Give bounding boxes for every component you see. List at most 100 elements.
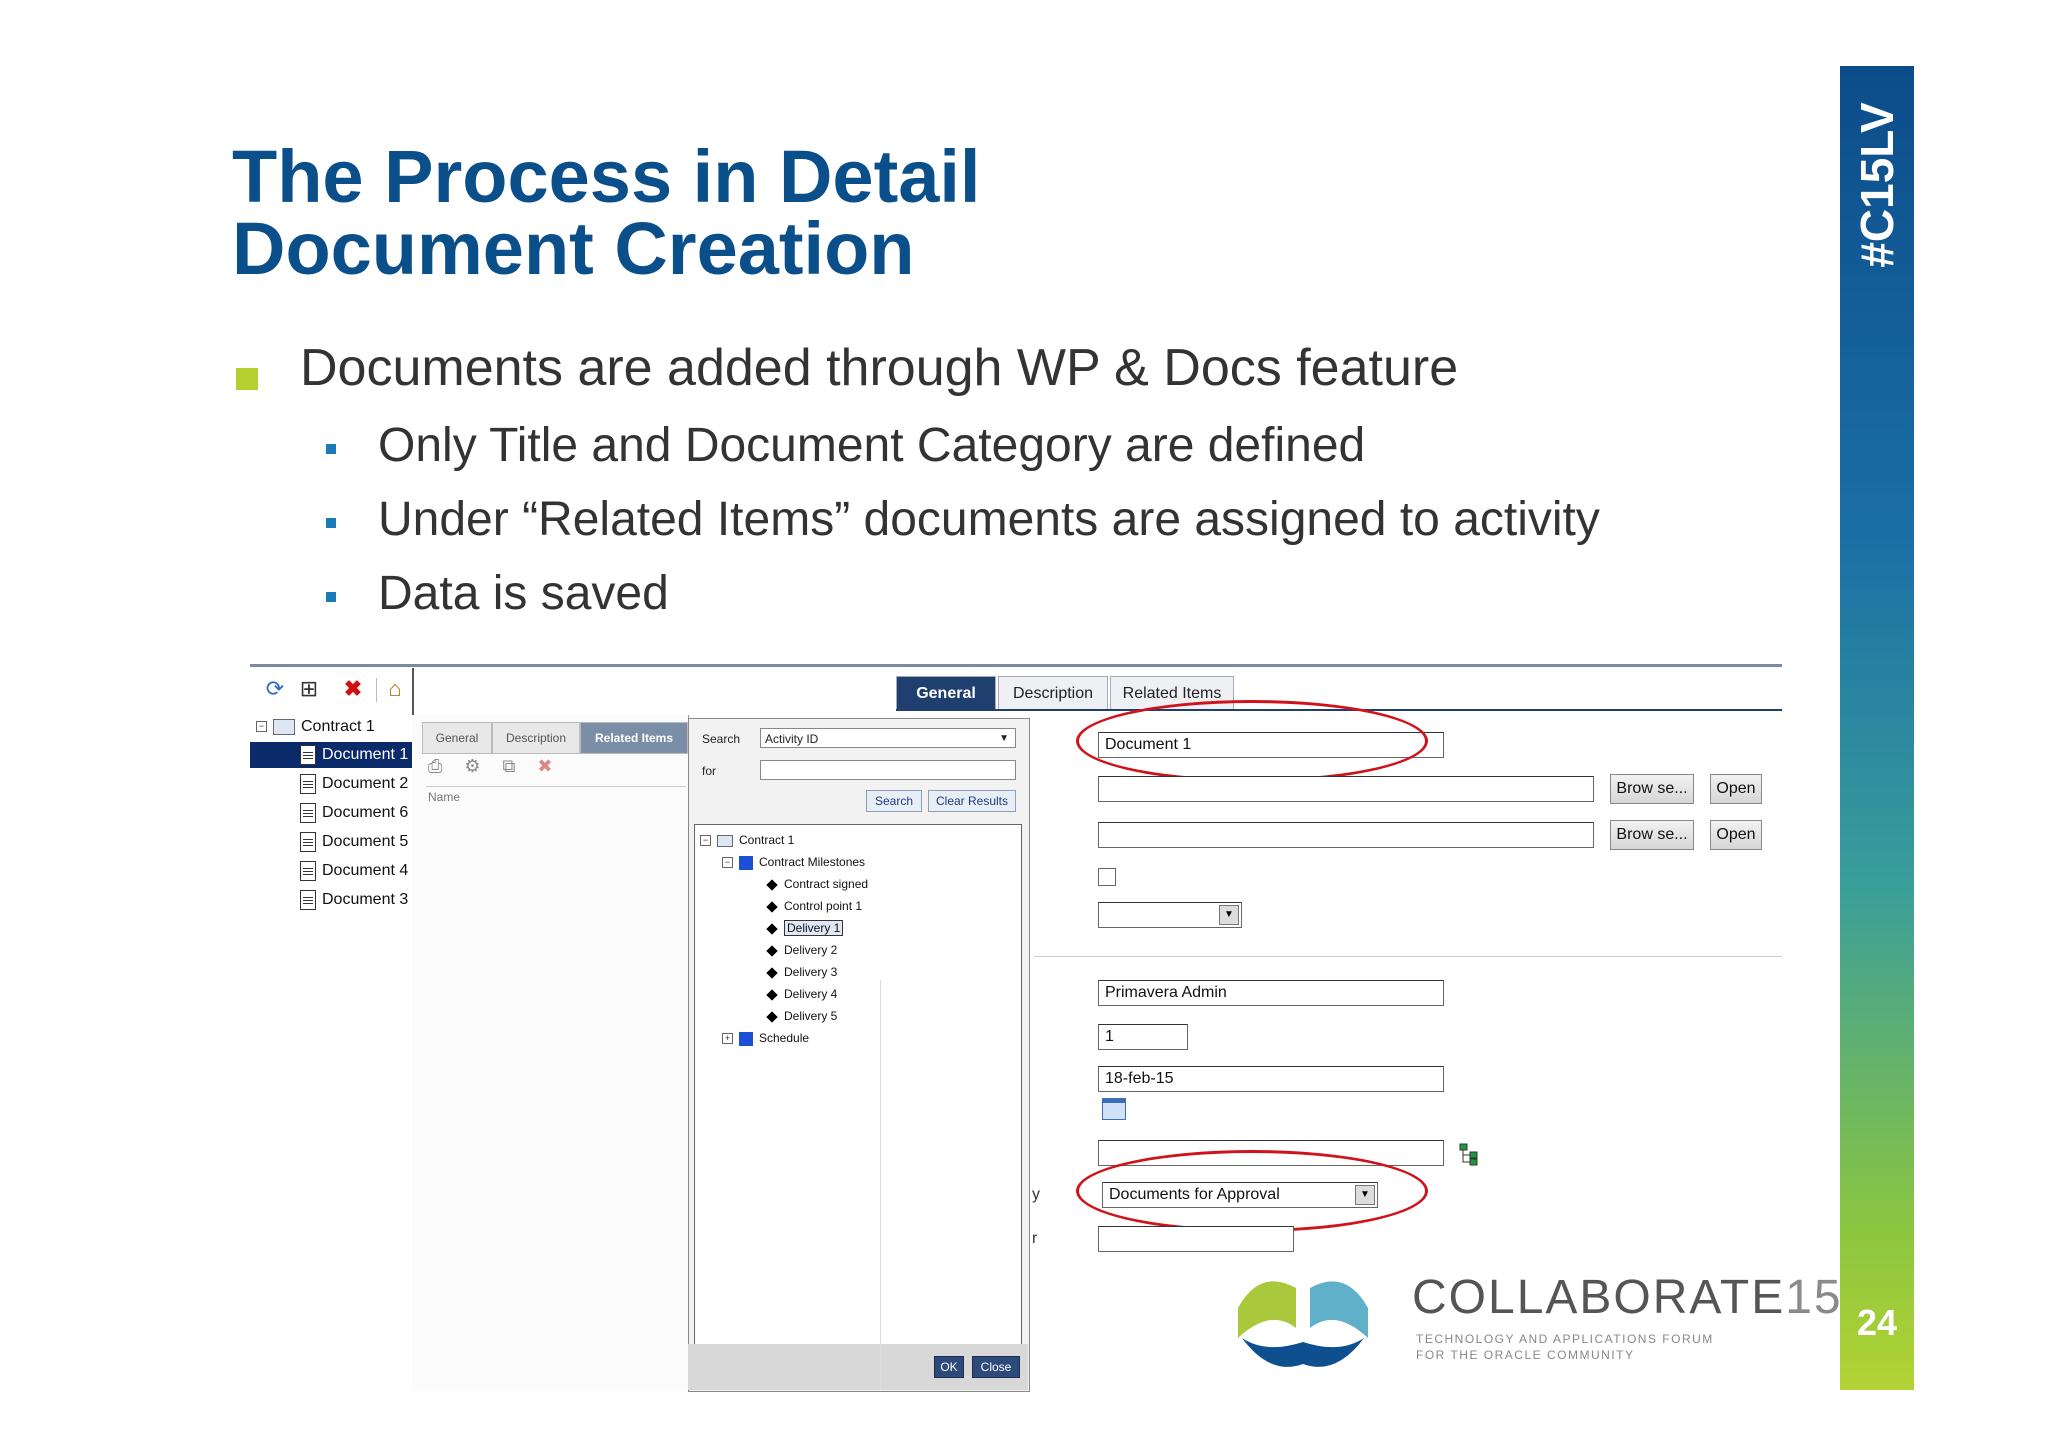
slide-title-line-2: Document Creation — [232, 207, 915, 290]
dlg-tree-schedule[interactable]: + Schedule — [722, 1028, 809, 1048]
form-left-edge — [880, 980, 881, 1390]
file-path-input-1[interactable] — [1098, 776, 1594, 802]
private-checkbox[interactable] — [1098, 868, 1116, 886]
schedule-label: Schedule — [759, 1031, 810, 1045]
activity-label: Delivery 2 — [784, 943, 838, 957]
left-toolbar: ⟳ ⊞ ✖ ⌂ — [250, 668, 412, 714]
tab-description[interactable]: Description — [998, 676, 1108, 710]
milestone-icon — [766, 923, 778, 935]
search-label: Search — [702, 732, 741, 746]
folder-icon — [273, 718, 295, 735]
hierarchy-icon[interactable] — [1458, 1142, 1480, 1166]
open-button-1[interactable]: Open — [1710, 774, 1762, 804]
partial-label-category: y — [1032, 1186, 1040, 1203]
tree-item-label: Document 6 — [322, 804, 409, 821]
copy-icon[interactable]: ⧉ — [503, 756, 516, 776]
tree-item-label: Document 5 — [322, 833, 409, 850]
status-select[interactable]: ▼ — [1098, 902, 1242, 928]
search-field-select[interactable]: Activity ID ▼ — [760, 728, 1016, 748]
dlg-tree-root[interactable]: − Contract 1 — [700, 830, 794, 850]
milestone-icon — [766, 1011, 778, 1023]
bullet-main-text: Documents are added through WP & Docs fe… — [300, 339, 1459, 397]
slide-title-line-1: The Process in Detail — [232, 135, 981, 218]
assign-icon[interactable]: ⚙ — [464, 756, 480, 776]
add-document-icon[interactable]: ⊞ — [296, 676, 322, 702]
dlg-tree-activity[interactable]: Delivery 2 — [766, 940, 838, 960]
date-input[interactable]: 18-feb-15 — [1098, 1066, 1444, 1092]
ok-button[interactable]: OK — [934, 1356, 964, 1378]
mid-tab-general[interactable]: General — [422, 722, 492, 754]
search-field-value: Activity ID — [765, 732, 819, 746]
bullet-square — [236, 368, 258, 390]
sub-bullet-3: Data is saved — [378, 567, 669, 620]
logo-tagline-1: TECHNOLOGY AND APPLICATIONS FORUM — [1416, 1332, 1714, 1346]
tree-root-label: Contract 1 — [301, 718, 375, 735]
dlg-tree-activity[interactable]: Control point 1 — [766, 896, 862, 916]
tree-root-contract[interactable]: − Contract 1 — [256, 714, 375, 740]
milestones-label: Contract Milestones — [759, 855, 866, 869]
name-column-header: Name — [428, 790, 461, 804]
document-icon — [300, 831, 316, 852]
open-button-2[interactable]: Open — [1710, 820, 1762, 850]
folder-icon — [717, 834, 733, 847]
collapse-icon[interactable]: − — [700, 835, 711, 847]
print-icon[interactable]: ⎙ — [428, 756, 442, 776]
page-number: 24 — [1856, 1302, 1898, 1343]
document-icon — [300, 889, 316, 910]
revision-input[interactable]: 1 — [1098, 1024, 1188, 1050]
collapse-icon[interactable]: − — [722, 857, 733, 869]
delete-icon[interactable]: ✖ — [340, 676, 366, 702]
remove-icon[interactable]: ✖ — [537, 756, 552, 776]
extra-input[interactable] — [1098, 1226, 1294, 1252]
activity-label: Delivery 4 — [784, 987, 838, 1001]
author-input[interactable]: Primavera Admin — [1098, 980, 1444, 1006]
milestone-icon — [766, 879, 778, 891]
sub-bullet-marker — [326, 444, 336, 454]
milestone-icon — [766, 967, 778, 979]
expand-icon[interactable]: + — [722, 1033, 733, 1045]
tree-item-document[interactable]: Document 5 — [300, 829, 412, 855]
dlg-tree-activity[interactable]: Delivery 3 — [766, 962, 837, 982]
milestone-icon — [766, 901, 778, 913]
file-path-input-2[interactable] — [1098, 822, 1594, 848]
brand-number: 15 — [1785, 1271, 1843, 1324]
dlg-tree-root-label: Contract 1 — [739, 833, 795, 847]
dlg-tree-activity[interactable]: Delivery 4 — [766, 984, 838, 1004]
chevron-down-icon: ▼ — [1219, 905, 1239, 925]
clear-results-button[interactable]: Clear Results — [928, 790, 1016, 812]
highlight-oval-title — [1076, 700, 1428, 782]
tree-item-document[interactable]: Document 2 — [300, 771, 412, 797]
mid-toolbar-divider — [426, 786, 686, 787]
dlg-tree-milestones[interactable]: − Contract Milestones — [722, 852, 865, 872]
dlg-tree-activity-selected[interactable]: Delivery 1 — [766, 918, 844, 938]
tab-general[interactable]: General — [896, 676, 996, 710]
browse-button-2[interactable]: Brow se... — [1610, 820, 1694, 850]
for-input[interactable] — [760, 760, 1016, 780]
folder-home-icon[interactable]: ⌂ — [382, 676, 408, 702]
tree-item-document[interactable]: Document 3 — [300, 887, 412, 913]
mid-tab-related-items[interactable]: Related Items — [580, 722, 688, 754]
document-icon — [300, 802, 316, 823]
dlg-tree-activity[interactable]: Contract signed — [766, 874, 868, 894]
mid-tab-description[interactable]: Description — [492, 722, 580, 754]
hashtag-text: #C15LV — [1851, 102, 1903, 268]
brand-name: COLLABORATE — [1412, 1271, 1786, 1324]
tree-item-document[interactable]: Document 4 — [300, 858, 412, 884]
related-items-panel — [412, 715, 689, 1390]
close-button[interactable]: Close — [972, 1356, 1020, 1378]
activity-label: Delivery 1 — [784, 920, 844, 936]
browse-button-1[interactable]: Brow se... — [1610, 774, 1694, 804]
milestone-icon — [766, 945, 778, 957]
hashtag-label: #C15LV — [1846, 100, 1908, 270]
wbs-icon — [739, 855, 753, 870]
calendar-icon[interactable] — [1102, 1098, 1126, 1120]
highlight-oval-category — [1076, 1150, 1428, 1232]
collapse-icon[interactable]: − — [256, 721, 267, 733]
dlg-tree-activity[interactable]: Delivery 5 — [766, 1006, 837, 1026]
tree-item-document[interactable]: Document 6 — [300, 800, 412, 826]
refresh-icon[interactable]: ⟳ — [262, 676, 288, 702]
search-button[interactable]: Search — [866, 790, 922, 812]
sub-bullet-marker — [326, 592, 336, 602]
milestone-icon — [766, 989, 778, 1001]
tree-item-document[interactable]: Document 1 — [250, 742, 412, 768]
